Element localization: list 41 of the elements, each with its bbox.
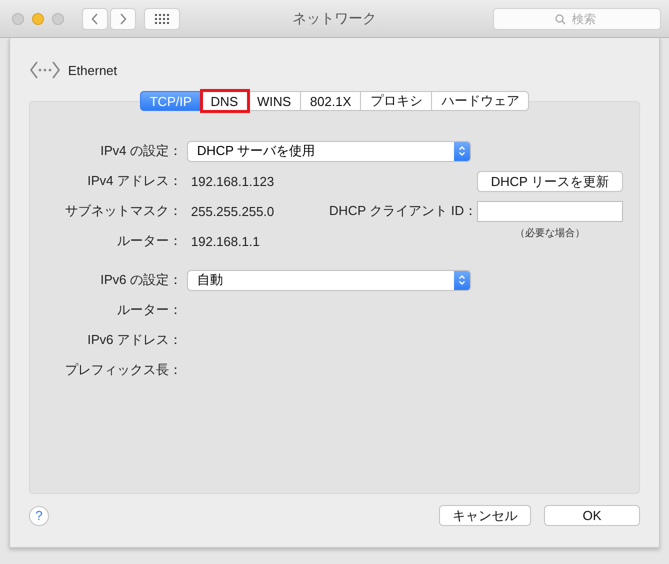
field-label: IPv6 の設定： bbox=[99, 271, 182, 289]
window-title: ネットワーク bbox=[292, 10, 376, 28]
hint-text: （必要な場合） bbox=[514, 226, 586, 240]
ok-button[interactable]: OK bbox=[544, 505, 640, 526]
tab[interactable]: WINS bbox=[248, 91, 302, 111]
show-all-button[interactable] bbox=[144, 8, 180, 30]
field-label: サブネットマスク： bbox=[64, 202, 182, 220]
field-value: 192.168.1.1 bbox=[191, 234, 261, 248]
close-button[interactable] bbox=[12, 12, 24, 24]
tab[interactable]: プロキシ bbox=[361, 91, 432, 111]
tab[interactable]: 802.1X bbox=[301, 91, 362, 111]
renew-lease-button[interactable]: DHCP リースを更新 bbox=[477, 170, 623, 192]
search-field[interactable]: 検索 bbox=[493, 8, 661, 30]
field-label: DHCP クライアント ID： bbox=[329, 202, 477, 220]
ethernet-icon bbox=[29, 60, 61, 80]
cancel-button[interactable]: キャンセル bbox=[439, 505, 531, 526]
stepper-icon bbox=[454, 270, 470, 290]
back-button[interactable] bbox=[82, 8, 108, 30]
help-button[interactable]: ? bbox=[29, 506, 49, 526]
forward-icon bbox=[119, 12, 127, 24]
minimize-button[interactable] bbox=[32, 12, 44, 24]
field-label: ルーター： bbox=[116, 301, 182, 319]
client-id-field[interactable] bbox=[477, 200, 623, 222]
field-label: IPv4 アドレス： bbox=[86, 172, 182, 190]
back-icon bbox=[91, 12, 99, 24]
zoom-button[interactable] bbox=[52, 12, 64, 24]
popup-button[interactable]: 自動 bbox=[187, 270, 471, 290]
stepper-icon bbox=[454, 142, 470, 160]
field-value: 255.255.255.0 bbox=[191, 204, 276, 218]
search-icon bbox=[555, 14, 566, 24]
service-name: Ethernet bbox=[68, 62, 118, 78]
field-value: 192.168.1.123 bbox=[191, 174, 276, 188]
grid-icon bbox=[155, 14, 169, 24]
field-label: IPv6 アドレス： bbox=[86, 331, 182, 349]
tab[interactable]: ハードウェア bbox=[432, 91, 530, 111]
forward-button[interactable] bbox=[110, 8, 136, 30]
field-label: プレフィックス長： bbox=[64, 361, 182, 379]
field-label: ルーター： bbox=[116, 232, 182, 250]
tab[interactable]: DNS bbox=[202, 91, 248, 111]
popup-button[interactable]: DHCP サーバを使用 bbox=[187, 140, 471, 162]
field-label: IPv4 の設定： bbox=[99, 142, 182, 160]
